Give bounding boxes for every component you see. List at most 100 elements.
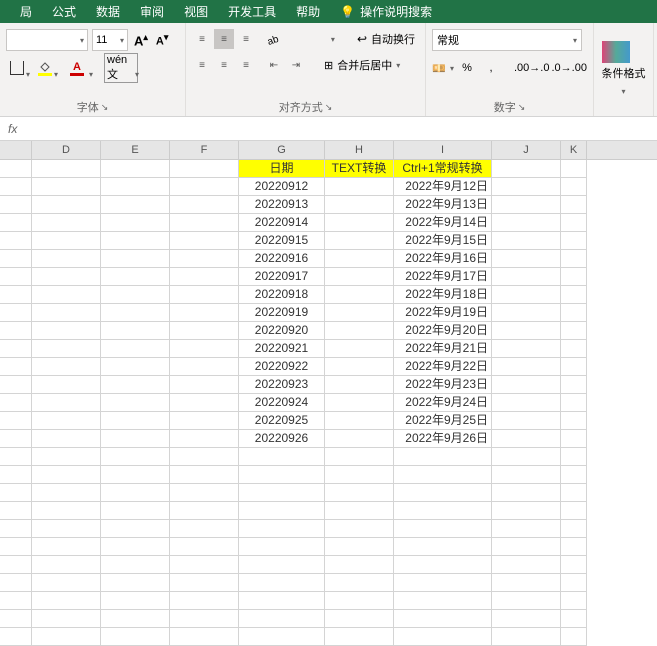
cell[interactable] bbox=[170, 196, 239, 214]
cell[interactable] bbox=[325, 250, 394, 268]
cell[interactable] bbox=[101, 430, 170, 448]
cell[interactable]: 20220926 bbox=[239, 430, 325, 448]
cell[interactable]: 2022年9月23日 bbox=[394, 376, 492, 394]
align-right-button[interactable]: ≡ bbox=[236, 55, 256, 75]
cell[interactable] bbox=[561, 628, 587, 646]
cell[interactable]: 2022年9月22日 bbox=[394, 358, 492, 376]
comma-format-button[interactable]: , bbox=[480, 57, 502, 79]
cell[interactable] bbox=[492, 466, 561, 484]
cell[interactable] bbox=[394, 448, 492, 466]
cell[interactable] bbox=[561, 430, 587, 448]
cell[interactable]: 20220924 bbox=[239, 394, 325, 412]
cell[interactable] bbox=[0, 466, 32, 484]
cell[interactable] bbox=[0, 502, 32, 520]
cell[interactable] bbox=[0, 556, 32, 574]
cell[interactable] bbox=[170, 340, 239, 358]
cell[interactable] bbox=[32, 502, 101, 520]
cell[interactable] bbox=[561, 394, 587, 412]
cell[interactable] bbox=[325, 304, 394, 322]
cell[interactable] bbox=[170, 286, 239, 304]
cell[interactable] bbox=[101, 610, 170, 628]
align-center-button[interactable]: ≡ bbox=[214, 55, 234, 75]
wrap-text-button[interactable]: ↩ 自动换行 bbox=[353, 29, 419, 49]
cell[interactable] bbox=[0, 394, 32, 412]
cell[interactable] bbox=[492, 322, 561, 340]
accounting-format-button[interactable]: 💴 ▾ bbox=[432, 57, 454, 79]
cell[interactable] bbox=[492, 268, 561, 286]
cell[interactable] bbox=[101, 574, 170, 592]
increase-font-button[interactable]: A▴ bbox=[132, 30, 150, 50]
phonetic-guide-button[interactable]: wén文 ▾ bbox=[104, 57, 138, 79]
cell[interactable] bbox=[101, 394, 170, 412]
cell[interactable] bbox=[492, 178, 561, 196]
tell-me[interactable]: 💡 操作说明搜索 bbox=[330, 3, 432, 20]
cell[interactable] bbox=[101, 520, 170, 538]
cell[interactable] bbox=[561, 286, 587, 304]
cell[interactable] bbox=[561, 574, 587, 592]
cell[interactable] bbox=[32, 232, 101, 250]
cell[interactable] bbox=[239, 448, 325, 466]
cell[interactable] bbox=[101, 358, 170, 376]
cell[interactable]: Ctrl+1常规转换 bbox=[394, 160, 492, 178]
cell[interactable] bbox=[101, 304, 170, 322]
cell[interactable] bbox=[561, 502, 587, 520]
cell[interactable] bbox=[32, 592, 101, 610]
cell[interactable]: 20220912 bbox=[239, 178, 325, 196]
column-header[interactable]: J bbox=[492, 141, 561, 159]
cell[interactable] bbox=[0, 520, 32, 538]
cell[interactable]: 20220922 bbox=[239, 358, 325, 376]
percent-format-button[interactable]: % bbox=[456, 57, 478, 79]
cell[interactable]: 2022年9月15日 bbox=[394, 232, 492, 250]
cell[interactable]: 2022年9月19日 bbox=[394, 304, 492, 322]
cell[interactable] bbox=[561, 520, 587, 538]
cell[interactable]: 2022年9月26日 bbox=[394, 430, 492, 448]
cell[interactable] bbox=[0, 304, 32, 322]
column-header[interactable]: K bbox=[561, 141, 587, 159]
cell[interactable] bbox=[561, 412, 587, 430]
cell[interactable] bbox=[325, 322, 394, 340]
cell[interactable] bbox=[170, 160, 239, 178]
cell[interactable] bbox=[101, 214, 170, 232]
cell[interactable] bbox=[101, 250, 170, 268]
increase-decimal-button[interactable]: .00→.0 bbox=[514, 57, 549, 79]
cell[interactable] bbox=[492, 250, 561, 268]
cell[interactable]: 20220917 bbox=[239, 268, 325, 286]
cell[interactable] bbox=[0, 268, 32, 286]
cell[interactable] bbox=[394, 538, 492, 556]
cell[interactable] bbox=[170, 304, 239, 322]
cell[interactable] bbox=[0, 538, 32, 556]
cell[interactable] bbox=[394, 502, 492, 520]
cell[interactable] bbox=[170, 178, 239, 196]
decrease-indent-button[interactable]: ⇤ bbox=[264, 55, 284, 75]
cell[interactable] bbox=[0, 628, 32, 646]
cell[interactable] bbox=[32, 376, 101, 394]
cell[interactable] bbox=[32, 574, 101, 592]
tab-view[interactable]: 视图 bbox=[174, 3, 218, 20]
cell[interactable] bbox=[492, 214, 561, 232]
cell[interactable] bbox=[32, 412, 101, 430]
cell[interactable] bbox=[101, 340, 170, 358]
cell[interactable] bbox=[492, 538, 561, 556]
column-header[interactable]: G bbox=[239, 141, 325, 159]
cell[interactable] bbox=[101, 412, 170, 430]
cell[interactable] bbox=[101, 196, 170, 214]
cell[interactable]: 20220916 bbox=[239, 250, 325, 268]
cell[interactable] bbox=[0, 214, 32, 232]
cell[interactable] bbox=[32, 250, 101, 268]
tab-layout[interactable]: 局 bbox=[10, 3, 42, 20]
cell[interactable] bbox=[492, 448, 561, 466]
cell[interactable] bbox=[492, 520, 561, 538]
tab-data[interactable]: 数据 bbox=[86, 3, 130, 20]
merge-center-button[interactable]: ⊞ 合并后居中 ▾ bbox=[320, 55, 404, 75]
cell[interactable] bbox=[170, 322, 239, 340]
cell[interactable] bbox=[561, 250, 587, 268]
cell[interactable] bbox=[0, 592, 32, 610]
cell[interactable] bbox=[325, 196, 394, 214]
fill-color-button[interactable]: ▾ bbox=[34, 57, 56, 79]
cell[interactable]: 20220918 bbox=[239, 286, 325, 304]
cell[interactable] bbox=[32, 556, 101, 574]
cell[interactable] bbox=[325, 376, 394, 394]
cell[interactable] bbox=[170, 430, 239, 448]
cell[interactable] bbox=[325, 232, 394, 250]
cell[interactable] bbox=[561, 556, 587, 574]
